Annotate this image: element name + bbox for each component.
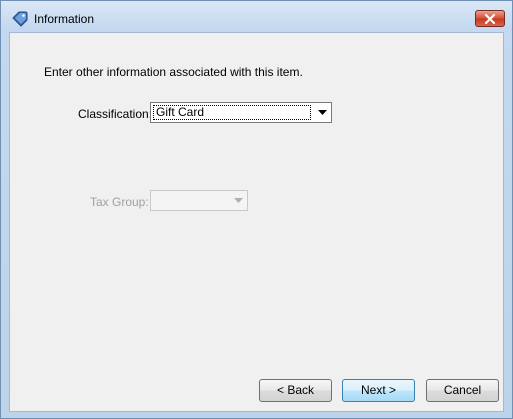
window-title: Information — [34, 12, 95, 26]
dropdown-arrow-icon[interactable] — [313, 103, 331, 122]
dialog-content: Enter other information associated with … — [9, 32, 504, 412]
back-button[interactable]: < Back — [259, 379, 332, 402]
tag-icon — [12, 11, 28, 27]
cancel-button[interactable]: Cancel — [426, 379, 499, 402]
dropdown-arrow-icon — [229, 191, 247, 210]
close-icon — [484, 13, 496, 24]
information-dialog: Information Enter other information asso… — [0, 0, 513, 419]
classification-label: Classification: — [78, 107, 153, 121]
tax-group-dropdown[interactable] — [150, 190, 248, 211]
close-button[interactable] — [475, 10, 505, 27]
title-bar[interactable]: Information — [1, 1, 512, 35]
tax-group-label: Tax Group: — [90, 195, 149, 209]
classification-value: Gift Card — [153, 105, 311, 120]
instruction-text: Enter other information associated with … — [44, 65, 303, 79]
next-button[interactable]: Next > — [342, 379, 415, 402]
classification-dropdown[interactable]: Gift Card — [150, 102, 332, 123]
